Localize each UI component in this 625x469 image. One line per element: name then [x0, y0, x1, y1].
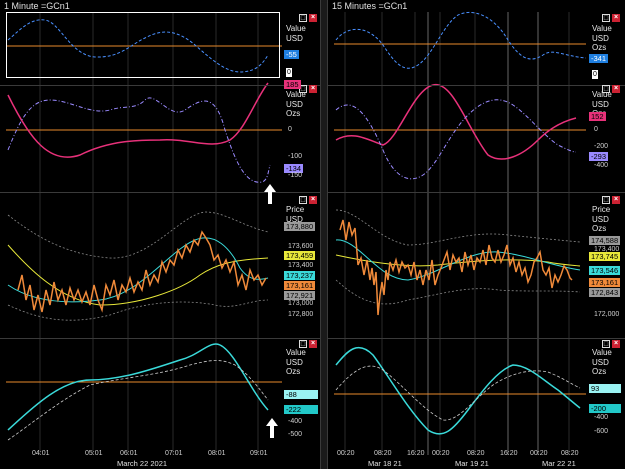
- close-icon[interactable]: ×: [612, 85, 620, 93]
- maximize-icon[interactable]: □: [299, 340, 307, 348]
- x-tick: 08:20: [374, 450, 392, 457]
- x-tick: 08:20: [467, 450, 485, 457]
- panel-4-header: Value USD Ozs: [592, 348, 612, 376]
- value-tag-light-cyan: 93: [589, 384, 621, 393]
- value-tag-pink: 185: [284, 80, 301, 89]
- maximize-icon[interactable]: □: [602, 85, 610, 93]
- scroll-up-arrow-icon[interactable]: [264, 184, 276, 204]
- chart-window-15min[interactable]: 15 Minutes =GCn1 Value USD Ozs □ × -341 …: [328, 0, 625, 469]
- x-tick: 07:01: [165, 450, 183, 457]
- x-date-label: Mar 19 21: [455, 459, 489, 468]
- price-tag-yellow: 173,745: [589, 252, 621, 261]
- y-tick: -100: [288, 153, 303, 160]
- panel-separator[interactable]: [328, 85, 625, 86]
- panel-2-header: Value USD Ozs: [286, 90, 306, 118]
- maximize-icon[interactable]: □: [299, 14, 307, 22]
- y-tick: -200: [594, 143, 609, 150]
- window-splitter[interactable]: [320, 0, 328, 469]
- panel-separator[interactable]: [328, 192, 625, 193]
- close-icon[interactable]: ×: [612, 196, 620, 204]
- scroll-up-arrow-icon[interactable]: [266, 418, 278, 438]
- x-tick: 00:20: [530, 450, 548, 457]
- price-tag-lower-band: 172,843: [589, 288, 621, 297]
- price-tag-upper-band: 173,880: [284, 222, 316, 231]
- y-tick: -600: [594, 428, 609, 435]
- chart-window-1min[interactable]: 1 Minute =GCn1 Value USD □ × -55 0 Value…: [0, 0, 320, 469]
- maximize-icon[interactable]: □: [602, 340, 610, 348]
- value-tag-cyan: -200: [589, 404, 621, 413]
- close-icon[interactable]: ×: [309, 14, 317, 22]
- x-date-label: Mar 22 21: [542, 459, 576, 468]
- x-tick: 08:20: [561, 450, 579, 457]
- price-tag-lower-band: 172,921: [284, 291, 316, 300]
- close-icon[interactable]: ×: [309, 85, 317, 93]
- panel-1-header: Value USD Ozs: [592, 24, 612, 52]
- price-tag-yellow: 173,459: [284, 251, 316, 260]
- value-tag-pink: 152: [589, 112, 606, 121]
- window-title: 1 Minute =GCn1: [4, 1, 70, 11]
- x-tick: 06:01: [120, 450, 138, 457]
- window-title: 15 Minutes =GCn1: [332, 1, 408, 11]
- x-date-label: March 22 2021: [117, 459, 168, 468]
- close-icon[interactable]: ×: [612, 340, 620, 348]
- value-tag-light-cyan: -88: [284, 390, 318, 399]
- x-tick: 08:01: [208, 450, 226, 457]
- maximize-icon[interactable]: □: [602, 196, 610, 204]
- price-tag-cyan: 173,237: [284, 271, 316, 280]
- y-tick: 173,000: [288, 300, 314, 307]
- x-date-label: Mar 18 21: [368, 459, 402, 468]
- x-tick: 16:20: [500, 450, 518, 457]
- panel-separator[interactable]: [0, 338, 320, 339]
- y-tick: -400: [288, 418, 303, 425]
- y-tick: -400: [594, 414, 609, 421]
- price-tag-upper-band: 174,588: [589, 236, 621, 245]
- x-tick: 16:20: [407, 450, 425, 457]
- value-tag-cyan: -222: [284, 405, 318, 414]
- x-tick: 05:01: [85, 450, 103, 457]
- panel-3-header: Price USD Ozs: [592, 205, 611, 233]
- close-icon[interactable]: ×: [612, 14, 620, 22]
- y-tick: -400: [594, 162, 609, 169]
- x-tick: 00:20: [337, 450, 355, 457]
- panel-1-header: Value USD: [286, 24, 306, 43]
- y-tick: 172,000: [594, 311, 620, 318]
- x-tick: 09:01: [250, 450, 268, 457]
- maximize-icon[interactable]: □: [602, 14, 610, 22]
- x-tick: 04:01: [32, 450, 50, 457]
- maximize-icon[interactable]: □: [299, 196, 307, 204]
- y-tick: 173,600: [288, 243, 314, 250]
- panel-separator[interactable]: [0, 85, 320, 86]
- value-tag: -341: [589, 54, 609, 63]
- x-tick: 00:20: [432, 450, 450, 457]
- y-tick: 173,400: [288, 262, 314, 269]
- chart-canvas-15min[interactable]: [328, 0, 625, 469]
- y-tick: 0: [594, 126, 598, 133]
- panel-separator[interactable]: [328, 338, 625, 339]
- price-tag-cyan: 173,546: [589, 266, 621, 275]
- panel-4-header: Value USD Ozs: [286, 348, 306, 376]
- price-tag-last: 173,161: [589, 278, 621, 287]
- y-tick: 0: [288, 126, 292, 133]
- y-tick: -500: [288, 431, 303, 438]
- price-tag-last: 173,161: [284, 281, 316, 290]
- close-icon[interactable]: ×: [309, 340, 317, 348]
- selected-panel-outline: [6, 12, 280, 78]
- zero-label: 0: [286, 68, 292, 77]
- y-tick: -150: [288, 172, 303, 179]
- value-tag: -55: [284, 50, 299, 59]
- close-icon[interactable]: ×: [309, 196, 317, 204]
- value-tag-purple: -293: [589, 152, 609, 161]
- y-tick: 172,800: [288, 311, 314, 318]
- zero-label: 0: [592, 70, 598, 79]
